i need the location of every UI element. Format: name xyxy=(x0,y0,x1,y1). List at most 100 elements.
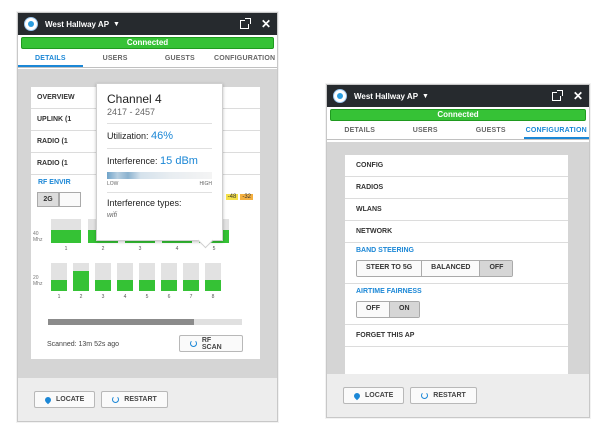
tab-details[interactable]: DETAILS xyxy=(18,51,83,67)
ap-name-dropdown[interactable]: West Hallway AP xyxy=(354,92,418,101)
scroll-thumb[interactable] xyxy=(48,319,194,325)
channel-utilization-fill xyxy=(51,280,67,291)
footer-actions: LOCATE RESTART xyxy=(327,374,589,417)
channel-bar[interactable] xyxy=(73,263,89,291)
channel-bar[interactable] xyxy=(205,263,221,291)
titlebar: West Hallway AP ▼ ✕ xyxy=(327,85,589,107)
airtime-fairness-toggle: OFF ON xyxy=(356,301,420,318)
channel-label: 5 xyxy=(212,246,216,252)
channel-utilization-fill xyxy=(205,280,221,291)
channel-bar[interactable] xyxy=(117,263,133,291)
rf-section-title: RF ENVIR xyxy=(38,179,71,186)
channel-label: 4 xyxy=(175,246,179,252)
config-list: CONFIG RADIOS WLANS NETWORK BAND STEERIN… xyxy=(345,155,568,376)
scan-timestamp: Scanned: 13m 52s ago xyxy=(47,341,119,348)
band-steering-segmented-control: STEER TO 5G BALANCED OFF xyxy=(356,260,514,277)
restart-button[interactable]: RESTART xyxy=(410,387,477,404)
band-steering-title: BAND STEERING xyxy=(356,247,414,254)
forget-ap-row[interactable]: FORGET THIS AP xyxy=(345,325,568,347)
caret-down-icon[interactable]: ▼ xyxy=(113,21,120,28)
band-20-label: 20 Mhz xyxy=(33,275,43,287)
interference-types-value: wifi xyxy=(107,212,118,219)
tab-guests[interactable]: GUESTS xyxy=(148,51,213,67)
legend-value: -32 xyxy=(240,194,253,200)
band-steering-section: BAND STEERING STEER TO 5G BALANCED OFF xyxy=(345,243,568,284)
footer-actions: LOCATE RESTART xyxy=(18,378,277,421)
row-config[interactable]: CONFIG xyxy=(345,155,568,177)
tab-details[interactable]: DETAILS xyxy=(327,123,393,139)
channel-label: 3 xyxy=(138,246,142,252)
restart-icon xyxy=(112,396,120,403)
channel-utilization-fill xyxy=(183,280,199,291)
channel-tooltip: Channel 4 2417 - 2457 Utilization: 46% I… xyxy=(96,83,223,241)
tab-users[interactable]: USERS xyxy=(393,123,459,139)
popout-icon[interactable] xyxy=(239,17,251,29)
balanced-option[interactable]: BALANCED xyxy=(422,261,481,276)
tooltip-utilization: Utilization: 46% xyxy=(107,130,212,149)
left-ap-window: West Hallway AP ▼ ✕ Connected DETAILS US… xyxy=(17,12,278,422)
popout-icon[interactable] xyxy=(551,89,563,101)
caret-down-icon[interactable]: ▼ xyxy=(422,93,429,100)
close-icon[interactable]: ✕ xyxy=(573,90,583,102)
tab-bar: DETAILS USERS GUESTS CONFIGURATION xyxy=(18,51,277,68)
channel-bar[interactable] xyxy=(139,263,155,291)
restart-icon xyxy=(421,392,429,399)
channel-bar[interactable] xyxy=(183,263,199,291)
chart-scrollbar[interactable] xyxy=(48,319,242,325)
channel-utilization-fill xyxy=(161,280,177,291)
tab-guests[interactable]: GUESTS xyxy=(458,123,524,139)
tab-configuration[interactable]: CONFIGURATION xyxy=(523,123,589,139)
tab-configuration[interactable]: CONFIGURATION xyxy=(212,51,277,67)
locate-button[interactable]: LOCATE xyxy=(34,391,96,408)
ap-icon xyxy=(24,17,38,31)
channel-label: 4 xyxy=(123,294,127,300)
rf-scan-label: RF SCAN xyxy=(201,336,222,351)
titlebar: West Hallway AP ▼ ✕ xyxy=(18,13,277,35)
signal-legend: -48 -32 xyxy=(225,194,253,200)
row-network[interactable]: NETWORK xyxy=(345,221,568,243)
interference-scale-bar xyxy=(107,172,212,179)
band-2g-button[interactable]: 2G xyxy=(37,192,59,207)
right-ap-window: West Hallway AP ▼ ✕ Connected DETAILS US… xyxy=(326,84,590,418)
channel-label: 1 xyxy=(64,246,68,252)
utilization-value: 46% xyxy=(151,130,174,142)
airtime-fairness-title: AIRTIME FAIRNESS xyxy=(356,288,422,295)
rf-scan-button[interactable]: RF SCAN xyxy=(179,335,243,352)
refresh-icon xyxy=(190,340,197,347)
tooltip-interference: Interference: 15 dBm xyxy=(107,155,198,167)
ap-name-dropdown[interactable]: West Hallway AP xyxy=(45,20,109,29)
channel-label: 8 xyxy=(211,294,215,300)
channel-bar[interactable] xyxy=(51,219,81,243)
steer-to-5g-option[interactable]: STEER TO 5G xyxy=(357,261,423,276)
band-5g-button[interactable] xyxy=(59,192,81,207)
close-icon[interactable]: ✕ xyxy=(261,18,271,30)
legend-value: -48 xyxy=(225,194,239,200)
band-steering-off-option[interactable]: OFF xyxy=(480,261,513,276)
configuration-content: CONFIG RADIOS WLANS NETWORK BAND STEERIN… xyxy=(327,142,589,376)
ap-icon xyxy=(333,89,347,103)
channel-bar[interactable] xyxy=(95,263,111,291)
channel-label: 6 xyxy=(167,294,171,300)
channel-bar[interactable] xyxy=(161,263,177,291)
restart-button[interactable]: RESTART xyxy=(101,391,168,408)
row-radios[interactable]: RADIOS xyxy=(345,177,568,199)
channel-label: 2 xyxy=(101,246,105,252)
tab-users[interactable]: USERS xyxy=(83,51,148,67)
location-pin-icon xyxy=(352,391,362,400)
channel-chart-20mhz: 1 2 3 4 5 6 7 8 xyxy=(51,263,241,300)
tooltip-range: 2417 - 2457 xyxy=(107,107,212,124)
locate-button[interactable]: LOCATE xyxy=(343,387,405,404)
channel-bar[interactable] xyxy=(51,263,67,291)
channel-label: 1 xyxy=(57,294,61,300)
channel-utilization-fill xyxy=(139,280,155,291)
band-toggle: 2G xyxy=(37,192,81,207)
band-40-label: 40 Mhz xyxy=(33,231,43,243)
channel-label: 2 xyxy=(79,294,83,300)
airtime-on-option[interactable]: ON xyxy=(390,302,419,317)
channel-utilization-fill xyxy=(51,230,81,243)
channel-utilization-fill xyxy=(117,280,133,291)
channel-label: 7 xyxy=(189,294,193,300)
airtime-off-option[interactable]: OFF xyxy=(357,302,390,317)
channel-label: 5 xyxy=(145,294,149,300)
row-wlans[interactable]: WLANS xyxy=(345,199,568,221)
